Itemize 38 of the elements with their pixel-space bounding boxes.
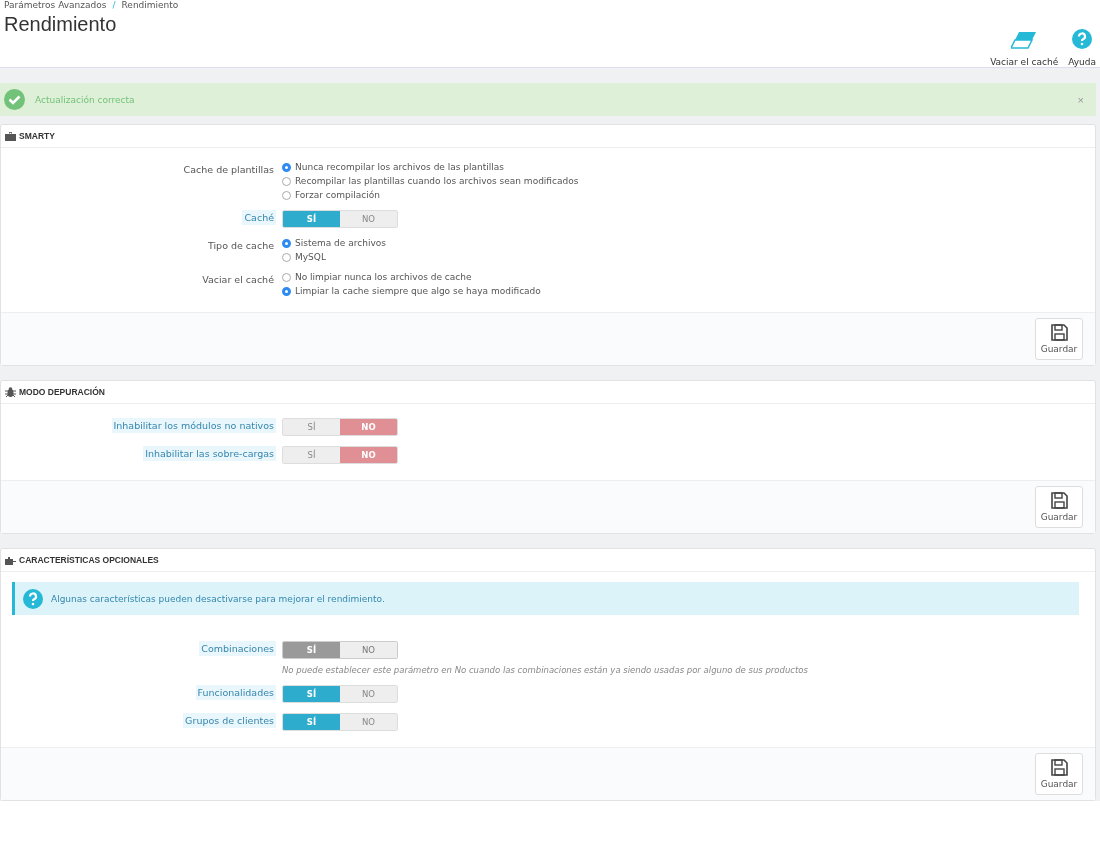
- radio-option[interactable]: Limpiar la cache siempre que algo se haya modificado: [282, 286, 1095, 296]
- breadcrumb-item[interactable]: Rendimiento: [121, 0, 179, 10]
- panel-title: MODO DEPURACIÓN: [19, 387, 105, 397]
- alert-text: Actualización correcta: [35, 94, 136, 105]
- save-button[interactable]: Guardar: [1035, 486, 1083, 528]
- field-label: Combinaciones: [199, 641, 276, 656]
- puzzle-icon: [5, 555, 16, 565]
- field-label: Inhabilitar los módulos no nativos: [111, 418, 276, 433]
- info-text: Algunas características pueden desactivarse para mejorar el rendimiento.: [51, 593, 385, 604]
- radio-option[interactable]: Nunca recompilar los archivos de las plantillas: [282, 162, 1095, 172]
- breadcrumb-separator: /: [112, 0, 116, 10]
- radio-option[interactable]: Recompilar las plantillas cuando los archivos sean modificados: [282, 176, 1095, 186]
- field-label: Caché: [242, 210, 276, 225]
- field-label: Cache de plantillas: [182, 163, 275, 177]
- bug-icon: [5, 387, 16, 397]
- field-label: Funcionalidades: [195, 685, 276, 700]
- toolbar-button[interactable]: Vaciar el caché: [990, 31, 1059, 67]
- radio-option[interactable]: Sistema de archivos: [282, 238, 1095, 248]
- check-icon: [4, 89, 25, 110]
- breadcrumb-item[interactable]: Parámetros Avanzados: [4, 0, 107, 10]
- field-label: Vaciar el caché: [201, 273, 275, 287]
- help-icon: [1072, 29, 1093, 49]
- field-label: Grupos de clientes: [183, 713, 276, 728]
- radio-option[interactable]: No limpiar nunca los archivos de cache: [282, 272, 1095, 282]
- eraser-icon: [1011, 31, 1038, 49]
- briefcase-icon: [5, 131, 16, 141]
- save-button[interactable]: Guardar: [1035, 753, 1083, 795]
- save-button[interactable]: Guardar: [1035, 318, 1083, 360]
- toolbar-button[interactable]: Ayuda: [1068, 29, 1096, 67]
- panel-title: CARACTERÍSTICAS OPCIONALES: [19, 555, 159, 565]
- panel-title: SMARTY: [19, 131, 55, 141]
- page-title: Rendimiento: [4, 13, 118, 36]
- field-label: Tipo de cache: [206, 239, 275, 253]
- field-label: Inhabilitar las sobre-cargas: [143, 446, 276, 461]
- radio-option[interactable]: MySQL: [282, 252, 1095, 262]
- help-icon: [23, 588, 43, 609]
- radio-option[interactable]: Forzar compilación: [282, 190, 1095, 200]
- help-text: No puede establecer este parámetro en No cuando las combinaciones están ya siendo usadas por alguno de sus productos: [282, 665, 809, 675]
